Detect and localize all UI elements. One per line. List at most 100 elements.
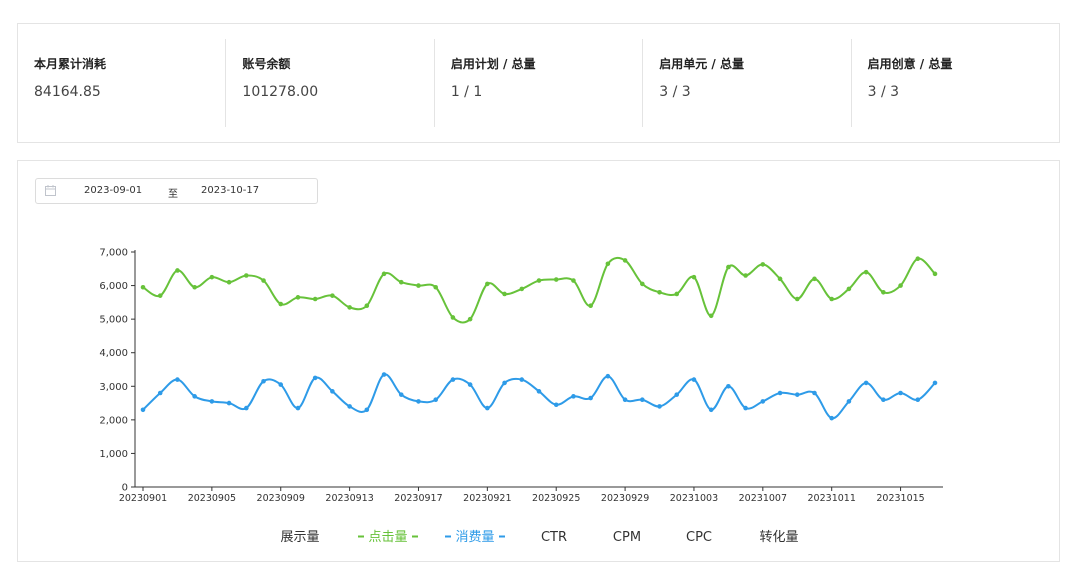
data-point[interactable] bbox=[622, 397, 628, 403]
data-point[interactable] bbox=[588, 303, 593, 309]
data-point[interactable] bbox=[519, 377, 525, 382]
data-point[interactable] bbox=[450, 315, 456, 320]
data-point[interactable] bbox=[622, 258, 628, 263]
data-point[interactable] bbox=[536, 389, 542, 394]
data-point[interactable] bbox=[364, 407, 370, 413]
data-point[interactable] bbox=[708, 407, 714, 413]
data-point[interactable] bbox=[450, 377, 456, 382]
data-point[interactable] bbox=[192, 284, 197, 290]
data-point[interactable] bbox=[140, 407, 146, 413]
legend-item[interactable]: CPM bbox=[613, 530, 641, 545]
data-point[interactable] bbox=[502, 380, 507, 386]
data-point[interactable] bbox=[881, 397, 886, 403]
data-point[interactable] bbox=[760, 399, 766, 404]
data-point[interactable] bbox=[347, 404, 352, 409]
data-point[interactable] bbox=[261, 278, 266, 283]
data-point[interactable] bbox=[846, 286, 852, 292]
data-point[interactable] bbox=[863, 269, 869, 275]
data-point[interactable] bbox=[278, 382, 284, 387]
legend-item[interactable]: CPC bbox=[686, 530, 712, 545]
data-point[interactable] bbox=[175, 268, 180, 273]
data-point[interactable] bbox=[347, 305, 352, 310]
legend-item[interactable]: 点击量 bbox=[358, 530, 418, 545]
data-point[interactable] bbox=[381, 271, 387, 277]
data-point[interactable] bbox=[553, 277, 559, 282]
data-point[interactable] bbox=[640, 281, 645, 287]
data-point[interactable] bbox=[364, 303, 370, 309]
data-point[interactable] bbox=[829, 296, 834, 302]
data-point[interactable] bbox=[691, 377, 697, 382]
data-point[interactable] bbox=[708, 313, 714, 319]
data-point[interactable] bbox=[846, 399, 852, 404]
data-point[interactable] bbox=[794, 296, 800, 302]
data-point[interactable] bbox=[312, 375, 318, 381]
data-point[interactable] bbox=[863, 380, 869, 386]
data-point[interactable] bbox=[898, 390, 903, 396]
data-point[interactable] bbox=[157, 293, 163, 298]
legend-item[interactable]: CTR bbox=[541, 530, 567, 545]
data-point[interactable] bbox=[743, 405, 748, 411]
data-point[interactable] bbox=[915, 256, 921, 262]
data-point[interactable] bbox=[312, 296, 318, 302]
data-point[interactable] bbox=[657, 289, 662, 295]
data-point[interactable] bbox=[553, 402, 559, 408]
data-point[interactable] bbox=[777, 390, 783, 396]
data-point[interactable] bbox=[192, 394, 197, 399]
data-point[interactable] bbox=[330, 389, 335, 394]
data-point[interactable] bbox=[416, 283, 421, 288]
data-point[interactable] bbox=[536, 278, 542, 283]
data-point[interactable] bbox=[226, 400, 232, 406]
data-point[interactable] bbox=[932, 271, 938, 277]
data-point[interactable] bbox=[209, 274, 215, 280]
data-point[interactable] bbox=[674, 392, 680, 397]
data-point[interactable] bbox=[726, 264, 731, 270]
legend-item[interactable]: 展示量 bbox=[280, 530, 319, 545]
legend-item[interactable]: 消费量 bbox=[445, 530, 505, 545]
data-point[interactable] bbox=[398, 392, 404, 397]
data-point[interactable] bbox=[743, 273, 748, 278]
data-point[interactable] bbox=[519, 286, 525, 292]
data-point[interactable] bbox=[381, 372, 387, 377]
data-point[interactable] bbox=[398, 279, 404, 285]
data-point[interactable] bbox=[674, 291, 680, 297]
data-point[interactable] bbox=[295, 405, 301, 411]
data-point[interactable] bbox=[605, 261, 611, 267]
data-point[interactable] bbox=[467, 382, 473, 387]
data-point[interactable] bbox=[657, 404, 662, 409]
data-point[interactable] bbox=[433, 397, 438, 403]
data-point[interactable] bbox=[330, 293, 335, 298]
data-point[interactable] bbox=[812, 390, 817, 396]
data-point[interactable] bbox=[640, 397, 645, 403]
data-point[interactable] bbox=[295, 295, 301, 300]
data-point[interactable] bbox=[485, 405, 490, 411]
data-point[interactable] bbox=[588, 395, 593, 401]
data-point[interactable] bbox=[881, 289, 886, 295]
data-point[interactable] bbox=[261, 378, 266, 384]
chart-legend[interactable]: 展示量 点击量 消费量 CTR CPM CPC 转化量 bbox=[280, 530, 798, 545]
data-point[interactable] bbox=[932, 380, 938, 386]
data-point[interactable] bbox=[175, 377, 180, 382]
data-point[interactable] bbox=[898, 283, 903, 288]
data-point[interactable] bbox=[226, 279, 232, 285]
data-point[interactable] bbox=[467, 316, 473, 322]
data-point[interactable] bbox=[416, 399, 421, 404]
legend-item[interactable]: 转化量 bbox=[759, 530, 798, 545]
data-point[interactable] bbox=[244, 273, 249, 278]
data-point[interactable] bbox=[502, 291, 507, 297]
data-point[interactable] bbox=[244, 405, 249, 411]
data-point[interactable] bbox=[278, 301, 284, 307]
data-point[interactable] bbox=[915, 397, 921, 403]
data-point[interactable] bbox=[760, 262, 766, 267]
data-point[interactable] bbox=[485, 281, 490, 287]
data-point[interactable] bbox=[157, 390, 163, 396]
data-point[interactable] bbox=[571, 394, 576, 399]
data-point[interactable] bbox=[140, 284, 146, 290]
data-point[interactable] bbox=[605, 373, 611, 379]
data-point[interactable] bbox=[433, 284, 438, 290]
data-point[interactable] bbox=[794, 392, 800, 397]
data-point[interactable] bbox=[777, 276, 783, 282]
data-point[interactable] bbox=[209, 399, 215, 404]
data-point[interactable] bbox=[726, 383, 731, 389]
data-point[interactable] bbox=[829, 415, 834, 421]
data-point[interactable] bbox=[812, 276, 817, 282]
